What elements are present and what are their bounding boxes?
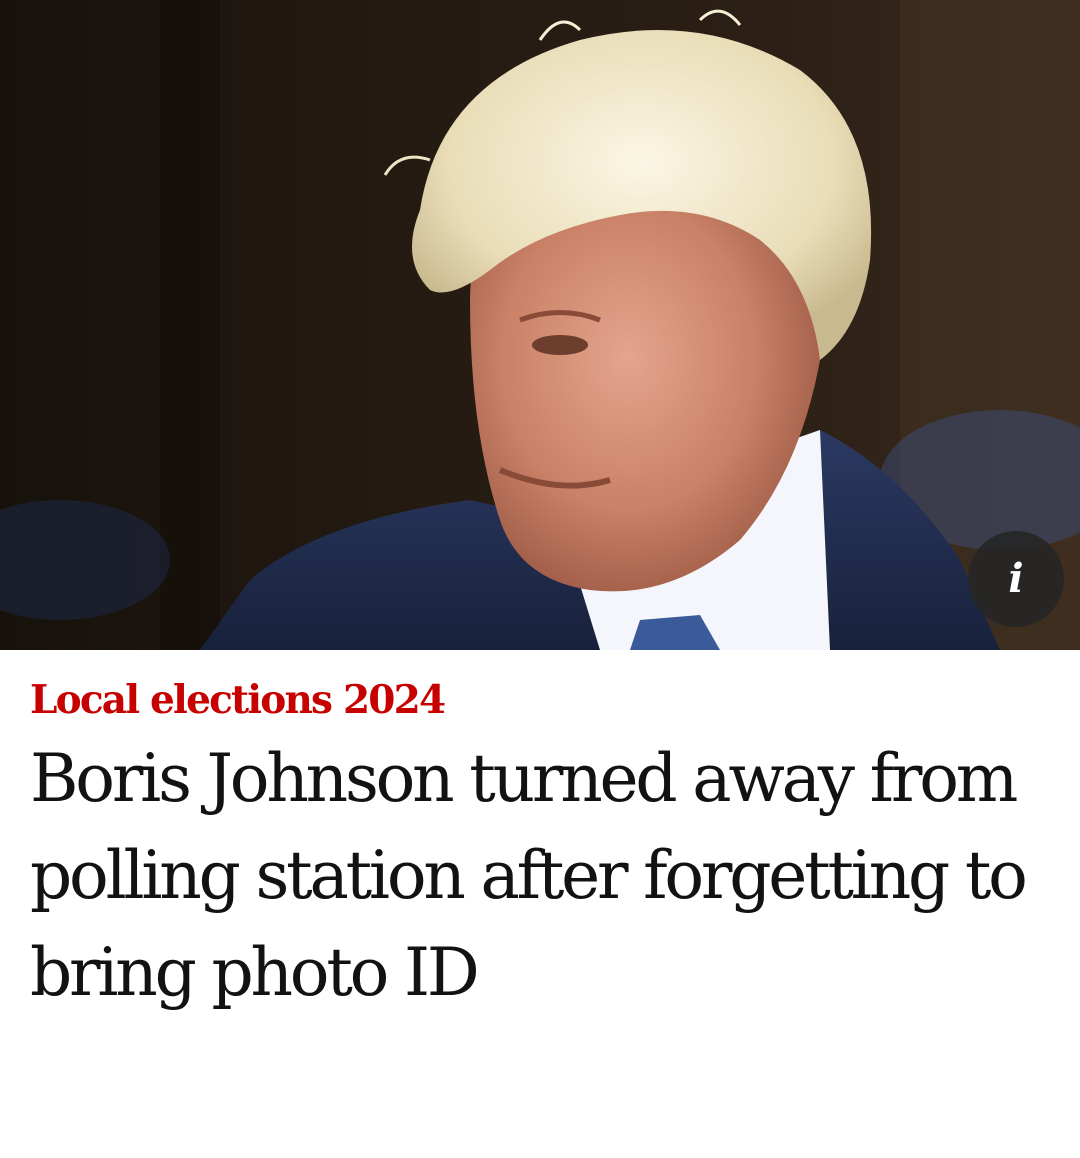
hero-image[interactable]: i	[0, 0, 1080, 650]
portrait-photo	[0, 0, 1080, 650]
article-header: Local elections 2024 Boris Johnson turne…	[30, 674, 1060, 1021]
headline[interactable]: Boris Johnson turned away from polling s…	[30, 730, 1060, 1021]
info-button[interactable]: i	[968, 531, 1064, 627]
section-kicker[interactable]: Local elections 2024	[30, 674, 1060, 726]
info-icon: i	[1008, 555, 1024, 602]
